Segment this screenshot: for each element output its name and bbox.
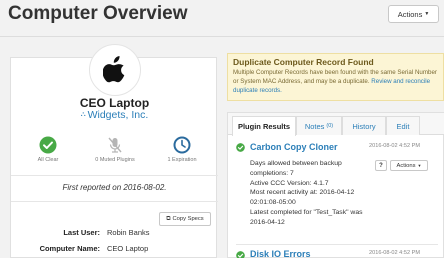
page-title: Computer Overview: [8, 3, 188, 24]
first-reported-text: First reported on 2016-08-02.: [62, 183, 167, 192]
chevron-down-icon: ▼: [424, 11, 430, 17]
result-line: Days allowed between backup completions:…: [250, 160, 342, 177]
last-user-value: Robin Banks: [107, 228, 150, 237]
tab-label: Edit: [396, 121, 410, 131]
tab-label: Plugin Results: [237, 122, 291, 131]
actions-button-label: Actions: [397, 9, 423, 19]
result-line: Latest completed for "Test_Task" was 201…: [250, 208, 363, 226]
tab-notes[interactable]: Notes (0): [296, 116, 342, 135]
clock-icon: [173, 136, 191, 154]
stat-expiration[interactable]: 1 Expiration: [147, 136, 217, 163]
copy-icon: ⧉: [166, 215, 171, 222]
plugin-result-details: Days allowed between backup completions:…: [250, 159, 380, 228]
computer-name-value: CEO Laptop: [107, 244, 149, 253]
organization-icon: ⛬: [80, 111, 86, 118]
tab-label: Notes: [304, 121, 325, 131]
muted-microphone-icon: [106, 136, 124, 154]
actions-button[interactable]: Actions ▼: [388, 5, 439, 23]
tab-label: History: [352, 121, 376, 131]
header-divider: [0, 36, 444, 37]
result-line: Most recent activity at: 2016-04-12 02:0…: [250, 189, 355, 207]
stat-label: 1 Expiration: [167, 157, 197, 163]
plugin-result-title[interactable]: Carbon Copy Cloner: [250, 142, 338, 152]
computer-name-label: Computer Name:: [39, 244, 100, 253]
copy-specs-label: Copy Specs: [172, 216, 204, 222]
plugin-result-title[interactable]: Disk IO Errors: [250, 249, 311, 258]
duplicate-record-alert: Duplicate Computer Record Found Multiple…: [227, 53, 444, 101]
page-header: Computer Overview Actions ▼: [0, 0, 444, 36]
tab-history[interactable]: History: [342, 116, 386, 135]
apple-logo-icon: [103, 56, 125, 83]
computer-name-heading: CEO Laptop: [79, 96, 150, 110]
computer-summary-card: CEO Laptop ⛬ Widgets, Inc. All Clear 0 M…: [10, 44, 218, 258]
last-user-label: Last User:: [63, 228, 100, 237]
alert-body: Multiple Computer Records have been foun…: [233, 68, 438, 95]
result-timestamp: 2016-08-02 4:52 PM: [369, 250, 420, 256]
avatar: [89, 44, 141, 96]
result-actions-button[interactable]: Actions ▼: [390, 160, 428, 171]
help-button[interactable]: ?: [375, 160, 387, 171]
tab-edit[interactable]: Edit: [386, 116, 420, 135]
result-line: Active CCC Version: 4.1.7: [250, 179, 329, 187]
check-circle-icon: [236, 251, 245, 258]
result-divider: [236, 244, 438, 245]
chevron-down-icon: ▼: [417, 163, 422, 168]
result-actions-label: Actions: [396, 162, 416, 169]
alert-title: Duplicate Computer Record Found: [233, 57, 374, 67]
plugin-results-panel: Plugin Results Notes (0) History Edit Ca…: [227, 112, 444, 258]
stat-all-clear[interactable]: All Clear: [13, 136, 83, 163]
result-timestamp: 2016-08-02 4:52 PM: [369, 143, 420, 149]
organization-link[interactable]: ⛬ Widgets, Inc.: [11, 109, 218, 121]
card-divider: [11, 201, 218, 202]
check-circle-icon: [236, 143, 245, 152]
card-divider: [11, 175, 218, 176]
copy-specs-button[interactable]: ⧉ Copy Specs: [159, 212, 211, 226]
stat-label: All Clear: [37, 157, 59, 163]
check-circle-icon: [39, 136, 57, 154]
tab-count: (0): [326, 123, 334, 129]
stat-label: 0 Muted Plugins: [95, 157, 135, 163]
tab-bar: Plugin Results Notes (0) History Edit: [228, 113, 444, 136]
stat-muted-plugins[interactable]: 0 Muted Plugins: [80, 136, 150, 163]
tab-plugin-results[interactable]: Plugin Results: [232, 116, 296, 136]
organization-name: Widgets, Inc.: [87, 109, 149, 121]
